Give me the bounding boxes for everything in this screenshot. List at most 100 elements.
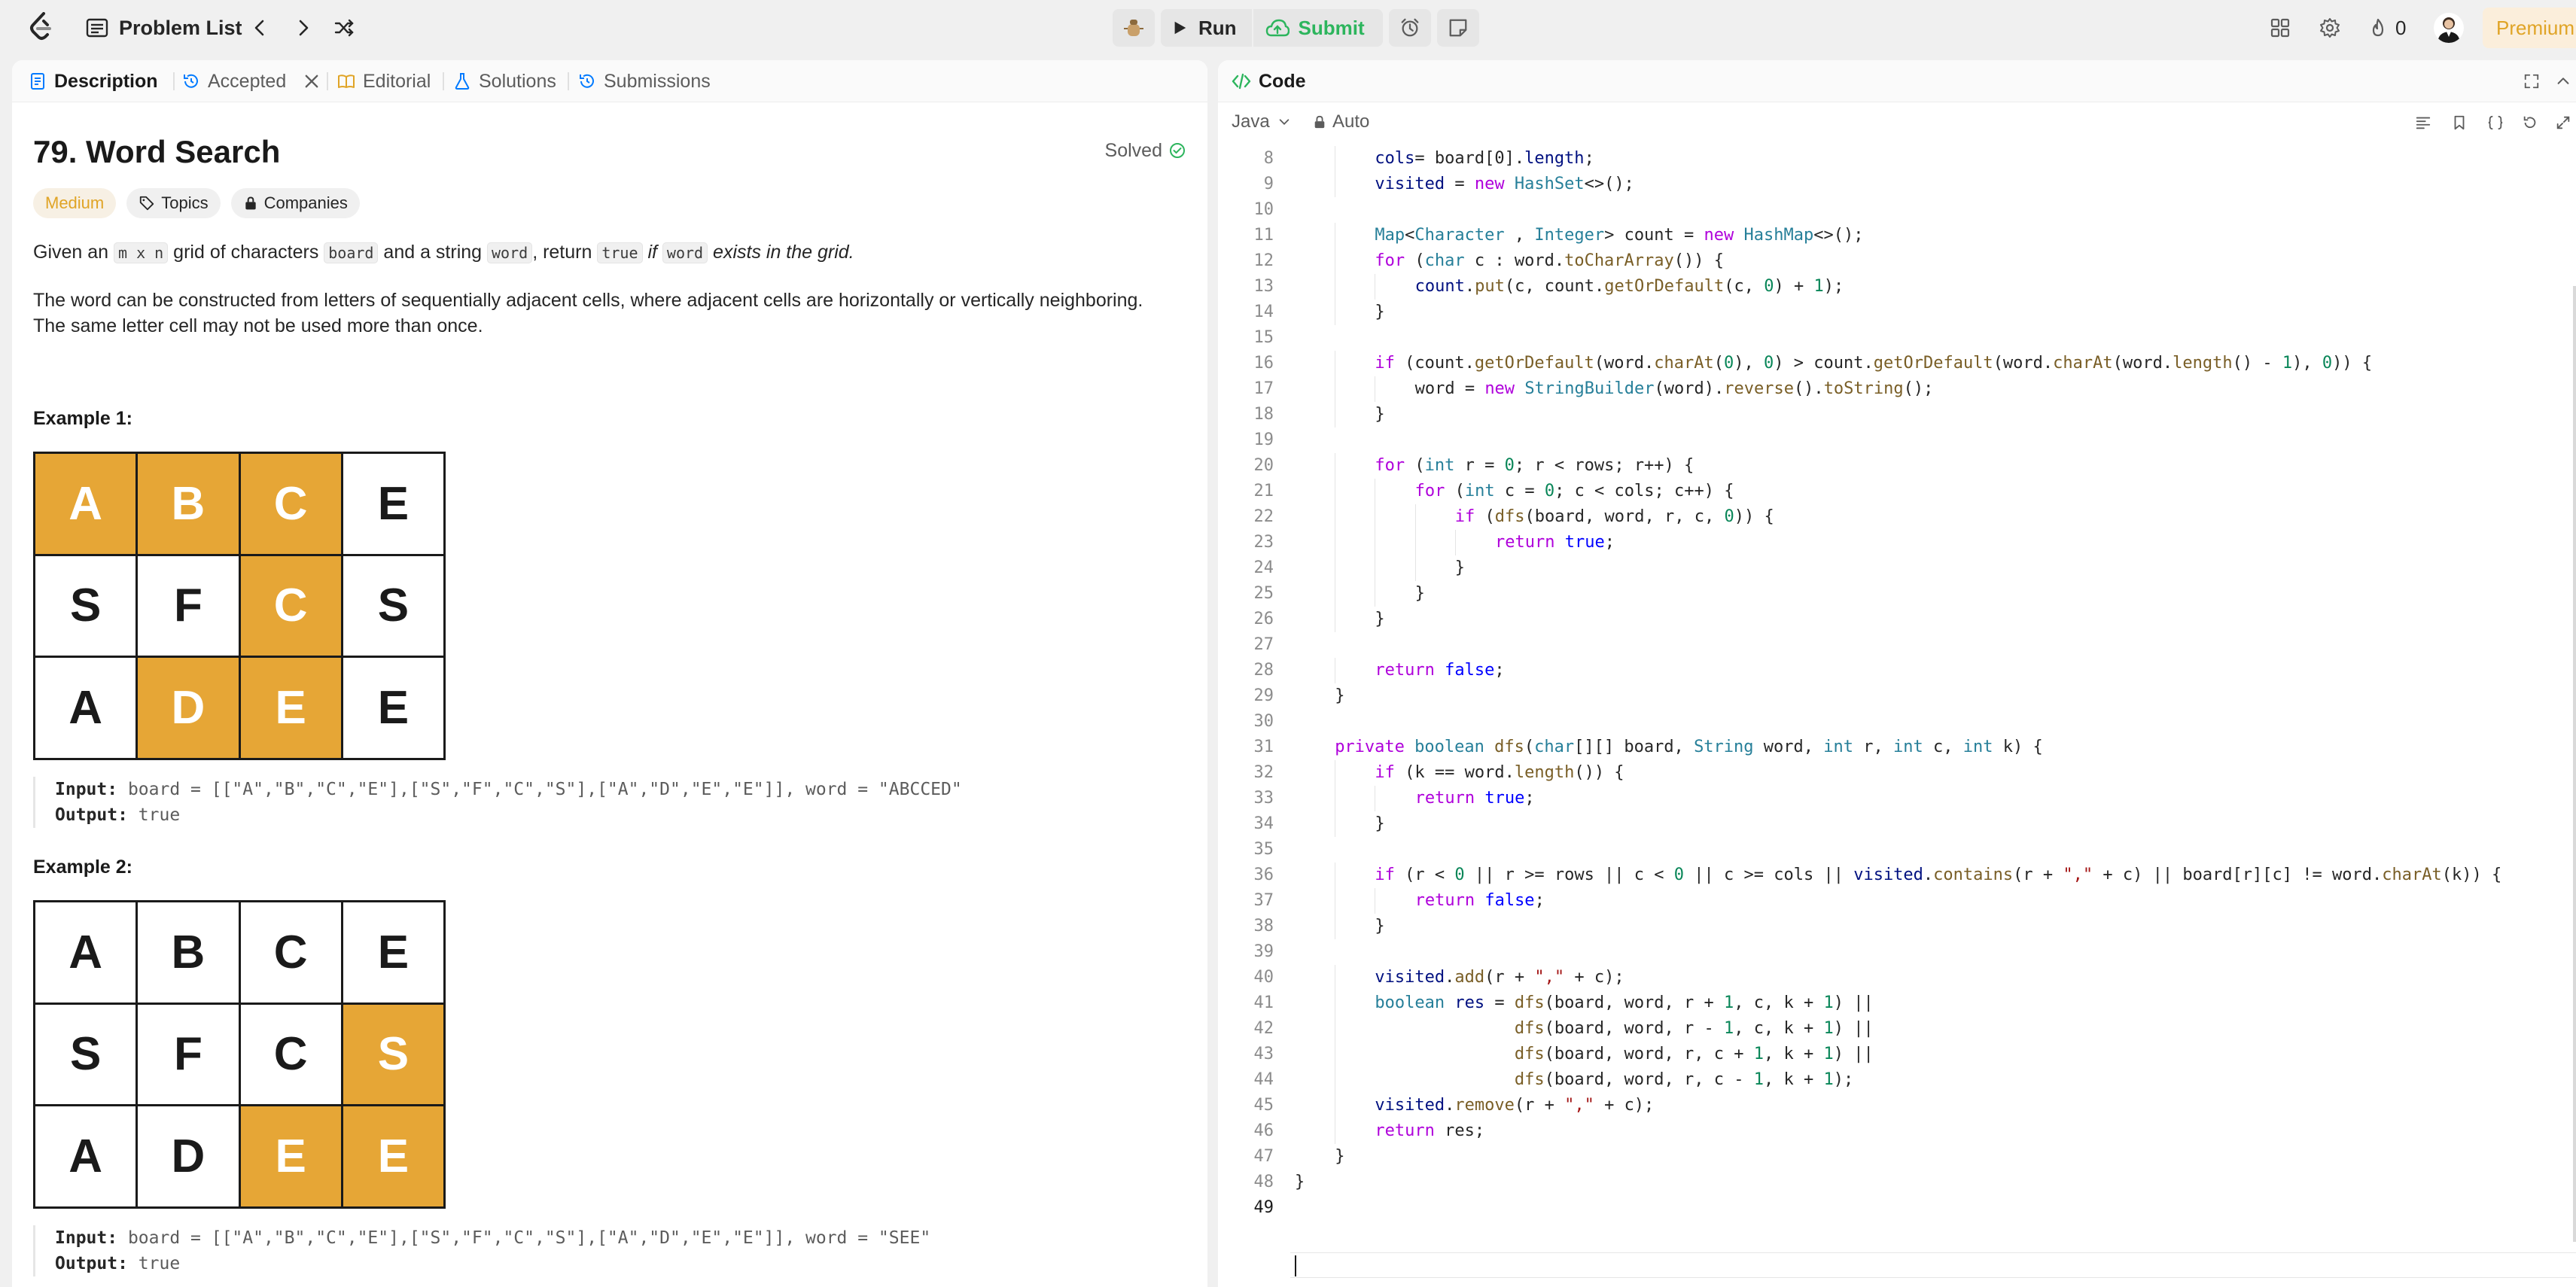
grid-cell: D bbox=[138, 658, 239, 758]
code-text: if (k == word.length()) { bbox=[1375, 763, 1624, 782]
language-select[interactable]: Java bbox=[1232, 110, 1291, 134]
flask-icon bbox=[455, 73, 470, 90]
problem-tags: Medium Topics Companies bbox=[33, 188, 360, 218]
line-number: 45 bbox=[1253, 1096, 1274, 1115]
problem-title: 79. Word Search bbox=[33, 134, 281, 169]
code-text: dfs(board, word, r - 1, c, k + 1) || bbox=[1514, 1019, 1874, 1038]
line-number: 32 bbox=[1253, 763, 1274, 782]
example-1-input: board = [["A","B","C","E"],["S","F","C",… bbox=[117, 780, 962, 799]
code-line: 44 dfs(board, word, r, c - 1, k + 1); bbox=[1218, 1067, 2576, 1093]
example-2-output: true bbox=[127, 1254, 181, 1273]
notes-button[interactable] bbox=[1436, 9, 1479, 47]
code-text: visited = new HashSet<>(); bbox=[1375, 175, 1634, 193]
format-icon[interactable] bbox=[2412, 111, 2434, 134]
cloud-upload-icon bbox=[1265, 19, 1290, 37]
code-line: 17 word = new StringBuilder(word).reverse… bbox=[1218, 376, 2576, 402]
history-icon bbox=[580, 74, 594, 88]
code-text: } bbox=[1375, 303, 1385, 321]
streak-count: 0 bbox=[2395, 17, 2407, 39]
streak-fire-icon[interactable] bbox=[2364, 14, 2392, 42]
problem-list-link[interactable]: Problem List bbox=[119, 15, 242, 41]
example-2-input: board = [["A","B","C","E"],["S","F","C",… bbox=[117, 1228, 931, 1248]
example-2-title: Example 2: bbox=[33, 856, 133, 878]
line-number: 16 bbox=[1253, 354, 1274, 373]
code-line: 38} bbox=[1218, 914, 2576, 939]
line-number: 8 bbox=[1263, 149, 1274, 168]
mode-label: Auto bbox=[1332, 111, 1370, 132]
note-icon bbox=[1449, 19, 1467, 37]
avatar[interactable] bbox=[2434, 13, 2464, 43]
document-icon bbox=[31, 73, 44, 90]
code-text: dfs(board, word, r, c - 1, k + 1); bbox=[1514, 1070, 1854, 1089]
collapse-icon[interactable] bbox=[2552, 70, 2574, 93]
code-line: 36 if (r < 0 || r >= rows || c < 0 || c >… bbox=[1218, 863, 2576, 888]
bookmark-icon[interactable] bbox=[2448, 111, 2471, 134]
problem-list-icon[interactable] bbox=[86, 17, 108, 39]
layout-icon[interactable] bbox=[2266, 14, 2294, 42]
code-editor[interactable]: 8 cols= board[0].length; 9 visited = new Ha… bbox=[1218, 141, 2576, 1287]
code-text: boolean res = dfs(board, word, r + 1, c,… bbox=[1375, 993, 1874, 1012]
code-line: 35 bbox=[1218, 837, 2576, 863]
maximize-icon[interactable] bbox=[2520, 70, 2543, 93]
prev-problem-icon[interactable] bbox=[245, 14, 274, 42]
code-line: 45 visited.remove(r + "," + c); bbox=[1218, 1093, 2576, 1118]
line-number: 24 bbox=[1253, 558, 1274, 577]
code-line: 32 if (k == word.length()) { bbox=[1218, 760, 2576, 786]
tab-solutions[interactable]: Solutions bbox=[453, 60, 556, 102]
run-toolbar: Run Submit bbox=[1113, 9, 1479, 47]
tab-accepted-label: Accepted bbox=[208, 70, 287, 92]
solved-status: Solved bbox=[1105, 138, 1186, 163]
editor-scrollbar[interactable] bbox=[2573, 286, 2576, 1242]
tab-accepted[interactable]: Accepted bbox=[182, 60, 321, 102]
shuffle-icon[interactable] bbox=[330, 14, 358, 42]
run-label: Run bbox=[1198, 16, 1237, 39]
debugger-button[interactable] bbox=[1113, 9, 1155, 47]
companies-button[interactable]: Companies bbox=[230, 188, 360, 218]
lock-icon bbox=[245, 196, 256, 210]
tab-description-label: Description bbox=[54, 70, 158, 92]
gear-icon[interactable] bbox=[2316, 14, 2344, 42]
code-line: 15 bbox=[1218, 325, 2576, 351]
solved-label: Solved bbox=[1104, 140, 1162, 161]
leetcode-logo-icon[interactable] bbox=[27, 12, 57, 44]
code-text: word = new StringBuilder(word).reverse()… bbox=[1414, 379, 1934, 398]
code-line: 19 bbox=[1218, 427, 2576, 453]
fullscreen-icon[interactable] bbox=[2552, 111, 2574, 134]
code-line: 16 if (count.getOrDefault(word.charAt(0),… bbox=[1218, 351, 2576, 376]
line-number: 10 bbox=[1253, 200, 1274, 219]
code-text: } bbox=[1375, 610, 1385, 628]
line-number: 31 bbox=[1253, 738, 1274, 756]
code-line: 11 Map<Character , Integer> count = new H… bbox=[1218, 223, 2576, 248]
grid-cell: B bbox=[138, 902, 239, 1003]
code-text: } bbox=[1375, 405, 1385, 424]
code-line: 47} bbox=[1218, 1144, 2576, 1170]
inline-code-board: board bbox=[324, 242, 379, 263]
close-icon[interactable] bbox=[303, 72, 321, 90]
reset-icon[interactable] bbox=[2519, 111, 2541, 134]
code-text: return res; bbox=[1375, 1121, 1485, 1140]
grid-cell: E bbox=[343, 902, 443, 1003]
tab-code[interactable]: Code bbox=[1232, 60, 1306, 102]
line-number: 15 bbox=[1253, 328, 1274, 347]
code-text: visited.add(r + "," + c); bbox=[1375, 968, 1624, 987]
tab-submissions[interactable]: Submissions bbox=[578, 60, 711, 102]
submit-button[interactable]: Submit bbox=[1253, 9, 1383, 47]
line-number: 41 bbox=[1253, 993, 1274, 1012]
premium-button[interactable]: Premium bbox=[2483, 8, 2576, 48]
braces-icon[interactable] bbox=[2484, 111, 2507, 134]
chevron-down-icon bbox=[1279, 119, 1290, 125]
lock-icon bbox=[1314, 115, 1325, 129]
current-line-highlight bbox=[1290, 1252, 2576, 1278]
timer-button[interactable] bbox=[1388, 9, 1431, 47]
tab-editorial[interactable]: Editorial bbox=[337, 60, 431, 102]
run-button[interactable]: Run bbox=[1161, 9, 1252, 47]
text-caret bbox=[1295, 1255, 1296, 1276]
tab-description[interactable]: Description bbox=[29, 60, 158, 102]
line-number: 46 bbox=[1253, 1121, 1274, 1140]
topics-button[interactable]: Topics bbox=[126, 188, 221, 218]
check-circle-icon bbox=[1170, 143, 1185, 158]
next-problem-icon[interactable] bbox=[289, 14, 318, 42]
autocomplete-mode[interactable]: Auto bbox=[1313, 110, 1369, 134]
tab-solutions-label: Solutions bbox=[479, 70, 556, 92]
description-panel: Description Accepted Editorial Solutions… bbox=[12, 60, 1207, 1287]
